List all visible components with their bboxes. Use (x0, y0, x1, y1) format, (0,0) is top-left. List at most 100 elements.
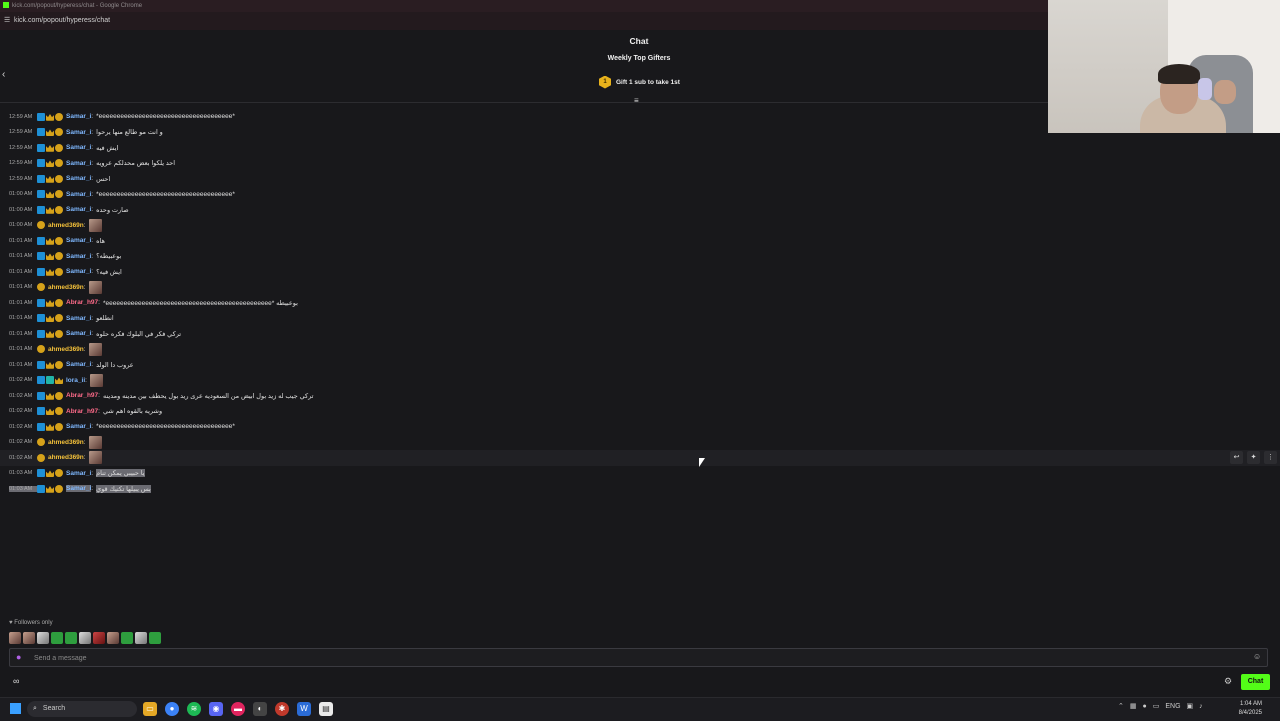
quick-emote[interactable] (65, 632, 77, 644)
message-username[interactable]: Samar_i (66, 175, 91, 182)
language-indicator[interactable]: ENG (1165, 703, 1180, 710)
windows-start-icon[interactable] (10, 703, 21, 714)
blue-badge-icon[interactable] (37, 205, 45, 214)
message-username[interactable]: Abrar_h97 (66, 299, 98, 306)
crown-badge-icon[interactable] (46, 191, 54, 199)
chat-message[interactable]: 01:01 AM Samar_i: هاه (0, 233, 1280, 249)
sub-badge-icon[interactable] (55, 143, 63, 152)
site-settings-icon[interactable]: ☰ (4, 12, 14, 30)
sub-badge-icon[interactable] (55, 252, 63, 261)
chat-message[interactable]: 12:59 AM Samar_i: ايش فيه (0, 140, 1280, 156)
blue-badge-icon[interactable] (37, 112, 45, 121)
message-username[interactable]: ahmed369n (48, 439, 84, 446)
message-username[interactable]: Samar_i (66, 423, 91, 430)
crown-badge-icon[interactable] (46, 253, 54, 261)
chat-message[interactable]: 01:01 AM Samar_i: ايش فيه؟ (0, 264, 1280, 280)
quick-emote[interactable] (37, 632, 49, 644)
message-username[interactable]: Abrar_h97 (66, 408, 98, 415)
quick-emote[interactable] (149, 632, 161, 644)
sub-badge-icon[interactable] (55, 469, 63, 478)
blue-badge-icon[interactable] (37, 267, 45, 276)
chat-send-button[interactable]: Chat (1241, 674, 1270, 690)
quick-emote[interactable] (107, 632, 119, 644)
sub-badge-icon[interactable] (55, 174, 63, 183)
taskbar-search[interactable]: ⌕ Search (27, 701, 137, 717)
recording-app-icon[interactable]: ▬ (231, 702, 245, 716)
quick-emote[interactable] (93, 632, 105, 644)
message-username[interactable]: ahmed369n (48, 284, 84, 291)
crown-badge-icon[interactable] (46, 237, 54, 245)
chat-message[interactable]: 01:01 AM Samar_i: انطلعو (0, 311, 1280, 327)
quick-emote[interactable] (51, 632, 63, 644)
sub-badge-icon[interactable] (55, 407, 63, 416)
chat-message[interactable]: 01:02 AM Abrar_h97: تركي جيب له زيد بول اب… (0, 388, 1280, 404)
blue-badge-icon[interactable] (37, 484, 45, 493)
chat-message[interactable]: 12:59 AM Samar_i: احد يلكوا بعض محدلكم عرو… (0, 156, 1280, 172)
sub-badge-icon[interactable] (55, 314, 63, 323)
gear-icon[interactable]: ⚙ (1224, 676, 1232, 687)
more-icon[interactable]: ⋮ (1264, 451, 1277, 464)
sub-badge-icon[interactable] (55, 329, 63, 338)
steam-icon[interactable]: ◐ (253, 702, 267, 716)
chat-message[interactable]: 01:02 AM Samar_i: *eeeeeeeeeeeeeeeeeeeeeee… (0, 419, 1280, 435)
crown-badge-icon[interactable] (46, 113, 54, 121)
crown-badge-icon[interactable] (46, 206, 54, 214)
spotify-icon[interactable]: ≋ (187, 702, 201, 716)
message-username[interactable]: Samar_i (66, 206, 91, 213)
crown-badge-icon[interactable] (46, 408, 54, 416)
tray-app-icon[interactable]: ▦ (1130, 702, 1137, 710)
message-username[interactable]: Samar_i (66, 160, 91, 167)
discord-icon[interactable]: ◉ (209, 702, 223, 716)
message-username[interactable]: ahmed369n (48, 222, 84, 229)
sub-badge-icon[interactable] (37, 221, 45, 230)
crown-badge-icon[interactable] (46, 129, 54, 137)
sub-badge-icon[interactable] (55, 267, 63, 276)
chat-message[interactable]: 01:02 AM ahmed369n: (0, 435, 1280, 451)
sub-badge-icon[interactable] (55, 236, 63, 245)
sub-badge-icon[interactable] (37, 438, 45, 447)
crown-badge-icon[interactable] (46, 330, 54, 338)
message-username[interactable]: Samar_i (66, 268, 91, 275)
blue-badge-icon[interactable] (37, 174, 45, 183)
sub-badge-icon[interactable] (55, 298, 63, 307)
blue-badge-icon[interactable] (37, 469, 45, 478)
microphone-icon[interactable]: ● (16, 652, 21, 662)
taskbar-clock[interactable]: 1:04 AM 8/4/2025 (1232, 700, 1262, 718)
message-username[interactable]: Samar_i (66, 129, 91, 136)
message-username[interactable]: Samar_i (66, 485, 92, 493)
sub-badge-icon[interactable] (55, 391, 63, 400)
chat-message[interactable]: 01:03 AM Samar_i: يا حبيبي يمكن تنام (0, 466, 1280, 482)
pin-icon[interactable]: ✦ (1247, 451, 1260, 464)
chat-message[interactable]: 01:00 AM Samar_i: *eeeeeeeeeeeeeeeeeeeeeee… (0, 187, 1280, 203)
message-username[interactable]: Samar_i (66, 237, 91, 244)
blue-badge-icon[interactable] (37, 159, 45, 168)
sub-badge-icon[interactable] (55, 159, 63, 168)
blue-badge-icon[interactable] (37, 298, 45, 307)
blue-badge-icon[interactable] (37, 190, 45, 199)
chrome-icon[interactable]: ● (165, 702, 179, 716)
message-username[interactable]: Samar_i (66, 315, 91, 322)
chat-message[interactable]: 01:03 AM Samar_i: بس يبيلها تكتيك قوي (0, 481, 1280, 497)
crown-badge-icon[interactable] (46, 470, 54, 478)
volume-icon[interactable]: ♪ (1199, 703, 1203, 710)
blue-badge-icon[interactable] (37, 252, 45, 261)
notepad-icon[interactable]: ▤ (319, 702, 333, 716)
message-username[interactable]: Samar_i (66, 361, 91, 368)
mic-tray-icon[interactable]: ● (1143, 703, 1147, 710)
blue-badge-icon[interactable] (37, 391, 45, 400)
chat-message[interactable]: 01:01 AM Samar_i: عروب دا الولد (0, 357, 1280, 373)
sub-badge-icon[interactable] (55, 205, 63, 214)
message-username[interactable]: Samar_i (66, 144, 91, 151)
blue-badge-icon[interactable] (37, 422, 45, 431)
sub-badge-icon[interactable] (55, 190, 63, 199)
sub-badge-icon[interactable] (55, 422, 63, 431)
keyboard-icon[interactable]: ▭ (1153, 702, 1160, 710)
blue-badge-icon[interactable] (37, 128, 45, 137)
quick-emote[interactable] (9, 632, 21, 644)
blue-badge-icon[interactable] (37, 376, 45, 385)
sub-badge-icon[interactable] (55, 112, 63, 121)
message-username[interactable]: Samar_i (66, 253, 91, 260)
sub-badge-icon[interactable] (55, 484, 63, 493)
blue-badge-icon[interactable] (37, 143, 45, 152)
crown-badge-icon[interactable] (46, 485, 54, 493)
